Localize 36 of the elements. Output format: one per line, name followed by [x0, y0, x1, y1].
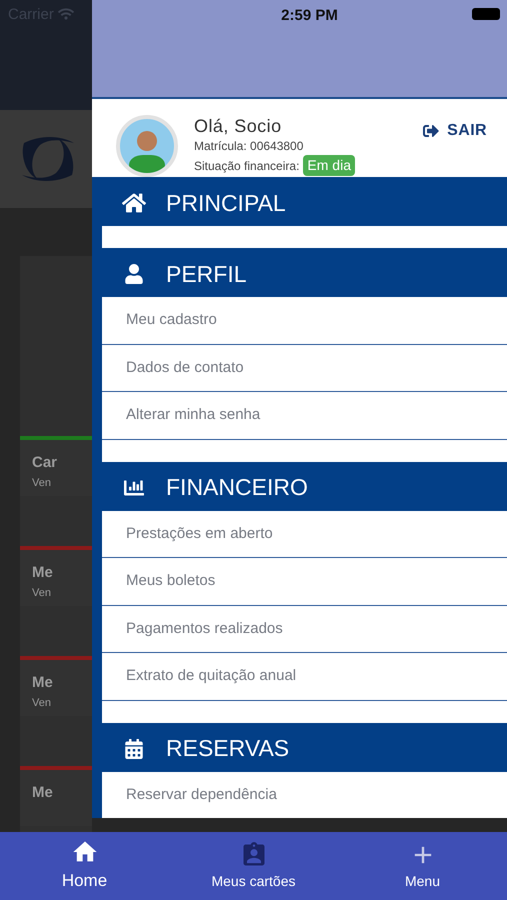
menu-item[interactable]: Pagamentos realizados: [102, 606, 507, 653]
menu-item[interactable]: Reservar dependência: [102, 772, 507, 818]
menu-item[interactable]: Meus boletos: [102, 558, 507, 606]
bar-chart-icon: [124, 478, 144, 498]
home-icon: [122, 191, 146, 215]
card-title: Me: [32, 563, 54, 583]
card-subtitle: Ven: [32, 476, 52, 490]
wifi-icon: [58, 6, 74, 22]
section-title: RESERVAS: [166, 734, 290, 764]
menu-item[interactable]: Extrato de quitação anual: [102, 653, 507, 700]
financial-status-label: Situação financeira:: [194, 158, 300, 174]
menu-item[interactable]: Dados de contato: [102, 344, 507, 392]
section-title: PERFIL: [166, 260, 247, 289]
calendar-icon: [124, 738, 144, 758]
status-time: 2:59 PM: [280, 6, 338, 26]
card-title: Me: [32, 783, 54, 803]
menu-item[interactable]: Meu cadastro: [102, 297, 507, 344]
card-subtitle: Ven: [32, 586, 52, 600]
section-title: FINANCEIRO: [166, 473, 308, 502]
section-title: PRINCIPAL: [166, 188, 286, 218]
user-icon: [124, 264, 144, 284]
battery-icon: [472, 8, 500, 20]
nav-tab[interactable]: Menu: [338, 832, 507, 900]
logout-icon: [423, 123, 440, 139]
card-subtitle: Ven: [32, 696, 52, 710]
nav-tab[interactable]: Meus cartões: [169, 832, 338, 900]
card-title: Me: [32, 673, 54, 693]
nav-tab[interactable]: Home: [0, 832, 169, 900]
card-title: Car: [32, 453, 58, 473]
menu-item[interactable]: Prestações em aberto: [102, 510, 507, 558]
logo-icon: [20, 135, 76, 183]
registration-text: Matrícula: 00643800: [194, 138, 304, 155]
menu-item[interactable]: Alterar minha senha: [102, 392, 507, 440]
status-badge: Em dia: [303, 155, 355, 176]
greeting-text: Olá, Socio: [194, 115, 283, 137]
logout-button[interactable]: SAIR: [423, 115, 487, 143]
